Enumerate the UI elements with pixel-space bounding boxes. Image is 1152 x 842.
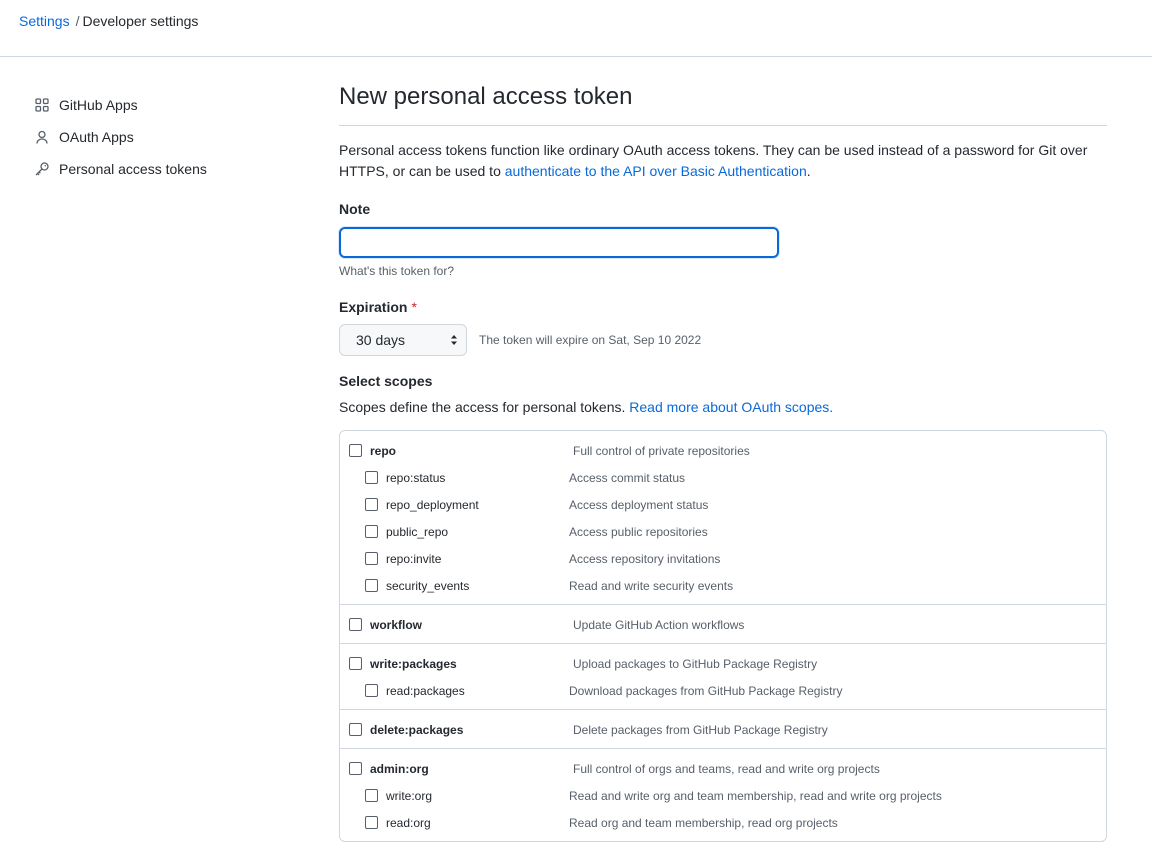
scope-description: Read and write security events xyxy=(569,578,734,593)
breadcrumb-current: Developer settings xyxy=(82,13,199,29)
scope-group: admin:org Full control of orgs and teams,… xyxy=(340,749,1106,841)
note-label: Note xyxy=(339,201,371,217)
sidebar-item-label: GitHub Apps xyxy=(59,97,138,113)
scope-checkbox[interactable] xyxy=(365,525,378,538)
scope-description: Read org and team membership, read org p… xyxy=(569,815,838,830)
scope-name[interactable]: read:packages xyxy=(386,684,465,698)
key-icon xyxy=(34,161,50,177)
scope-checkbox[interactable] xyxy=(365,579,378,592)
scope-checkbox[interactable] xyxy=(349,618,362,631)
scope-group: delete:packages Delete packages from GitH… xyxy=(340,710,1106,749)
select-arrows-icon xyxy=(450,334,458,346)
breadcrumb: Settings / Developer settings xyxy=(19,12,198,30)
scope-name[interactable]: repo xyxy=(370,444,396,458)
breadcrumb-separator: / xyxy=(75,13,80,29)
breadcrumb-bar: Settings / Developer settings xyxy=(0,0,1152,57)
sub-scope-row: read:org Read org and team membership, re… xyxy=(340,809,1106,836)
scope-description: Access public repositories xyxy=(569,524,708,539)
scope-description: Update GitHub Action workflows xyxy=(573,617,745,632)
scope-name[interactable]: repo_deployment xyxy=(386,498,479,512)
sub-scope-row: repo:status Access commit status xyxy=(340,464,1106,491)
scope-row: admin:org Full control of orgs and teams,… xyxy=(340,755,1106,782)
expiration-select[interactable]: 30 days xyxy=(339,324,467,356)
scope-name[interactable]: write:packages xyxy=(370,657,457,671)
person-icon xyxy=(34,129,50,145)
main-content: New personal access token Personal acces… xyxy=(339,80,1107,842)
scope-description: Download packages from GitHub Package Re… xyxy=(569,683,843,698)
scope-checkbox[interactable] xyxy=(349,723,362,736)
apps-grid-icon xyxy=(34,97,50,113)
scope-description: Access repository invitations xyxy=(569,551,721,566)
sidebar-item-oauth-apps[interactable]: OAuth Apps xyxy=(34,126,284,148)
scope-checkbox[interactable] xyxy=(349,657,362,670)
sub-scope-row: public_repo Access public repositories xyxy=(340,518,1106,545)
scope-row: workflow Update GitHub Action workflows xyxy=(340,611,1106,638)
sidebar-item-github-apps[interactable]: GitHub Apps xyxy=(34,94,284,116)
scope-name[interactable]: read:org xyxy=(386,816,431,830)
note-hint: What's this token for? xyxy=(339,264,455,278)
sub-scope-row: repo_deployment Access deployment status xyxy=(340,491,1106,518)
scope-checkbox[interactable] xyxy=(365,816,378,829)
scope-checkbox[interactable] xyxy=(365,789,378,802)
scope-name[interactable]: delete:packages xyxy=(370,723,463,737)
scope-name[interactable]: write:org xyxy=(386,789,432,803)
scope-description: Read and write org and team membership, … xyxy=(569,788,942,803)
expiration-note: The token will expire on Sat, Sep 10 202… xyxy=(479,333,702,347)
scope-name[interactable]: public_repo xyxy=(386,525,448,539)
required-mark: * xyxy=(411,299,417,315)
expiration-label: Expiration * xyxy=(339,297,1107,317)
sidebar-item-personal-access-tokens[interactable]: Personal access tokens xyxy=(34,158,284,180)
scope-checkbox[interactable] xyxy=(365,471,378,484)
scope-name[interactable]: security_events xyxy=(386,579,469,593)
scope-row: repo Full control of private repositories xyxy=(340,437,1106,464)
scope-row: write:packages Upload packages to GitHub … xyxy=(340,650,1106,677)
scope-group: write:packages Upload packages to GitHub … xyxy=(340,644,1106,710)
sub-scope-row: security_events Read and write security e… xyxy=(340,572,1106,599)
scope-description: Upload packages to GitHub Package Regist… xyxy=(573,656,818,671)
scope-description: Delete packages from GitHub Package Regi… xyxy=(573,722,828,737)
scope-description: Full control of private repositories xyxy=(573,443,750,458)
scope-description: Full control of orgs and teams, read and… xyxy=(573,761,880,776)
sub-scope-row: write:org Read and write org and team mem… xyxy=(340,782,1106,809)
scope-group: repo Full control of private repositories… xyxy=(340,431,1106,605)
expiration-row: 30 days The token will expire on Sat, Se… xyxy=(339,324,1107,356)
scope-checkbox[interactable] xyxy=(349,444,362,457)
sidebar-nav: GitHub Apps OAuth Apps Personal access t… xyxy=(34,94,284,190)
breadcrumb-settings-link[interactable]: Settings xyxy=(19,13,70,29)
page-title: New personal access token xyxy=(339,80,1107,126)
scopes-label: Select scopes xyxy=(339,373,433,389)
expiration-label-text: Expiration xyxy=(339,299,408,315)
scope-description: Access commit status xyxy=(569,470,686,485)
scopes-description: Scopes define the access for personal to… xyxy=(339,397,1107,417)
intro-paragraph: Personal access tokens function like ord… xyxy=(339,140,1107,182)
basic-auth-link[interactable]: authenticate to the API over Basic Authe… xyxy=(505,163,807,179)
scope-name[interactable]: admin:org xyxy=(370,762,429,776)
scope-checkbox[interactable] xyxy=(365,684,378,697)
scope-name[interactable]: workflow xyxy=(370,618,422,632)
sidebar-item-label: OAuth Apps xyxy=(59,129,134,145)
expiration-selected-value: 30 days xyxy=(356,332,406,348)
scope-name[interactable]: repo:invite xyxy=(386,552,441,566)
scope-checkbox[interactable] xyxy=(349,762,362,775)
sidebar-item-label: Personal access tokens xyxy=(59,161,207,177)
scope-checkbox[interactable] xyxy=(365,498,378,511)
oauth-scopes-link[interactable]: Read more about OAuth scopes. xyxy=(629,399,833,415)
scope-description: Access deployment status xyxy=(569,497,709,512)
sub-scope-row: repo:invite Access repository invitations xyxy=(340,545,1106,572)
scope-name[interactable]: repo:status xyxy=(386,471,445,485)
scopes-desc-text: Scopes define the access for personal to… xyxy=(339,399,630,415)
sub-scope-row: read:packages Download packages from GitH… xyxy=(340,677,1106,704)
intro-end: . xyxy=(806,163,811,179)
scopes-table: repo Full control of private repositories… xyxy=(339,430,1107,842)
scope-checkbox[interactable] xyxy=(365,552,378,565)
scope-row: delete:packages Delete packages from GitH… xyxy=(340,716,1106,743)
note-input[interactable] xyxy=(339,227,779,258)
scope-group: workflow Update GitHub Action workflows xyxy=(340,605,1106,644)
